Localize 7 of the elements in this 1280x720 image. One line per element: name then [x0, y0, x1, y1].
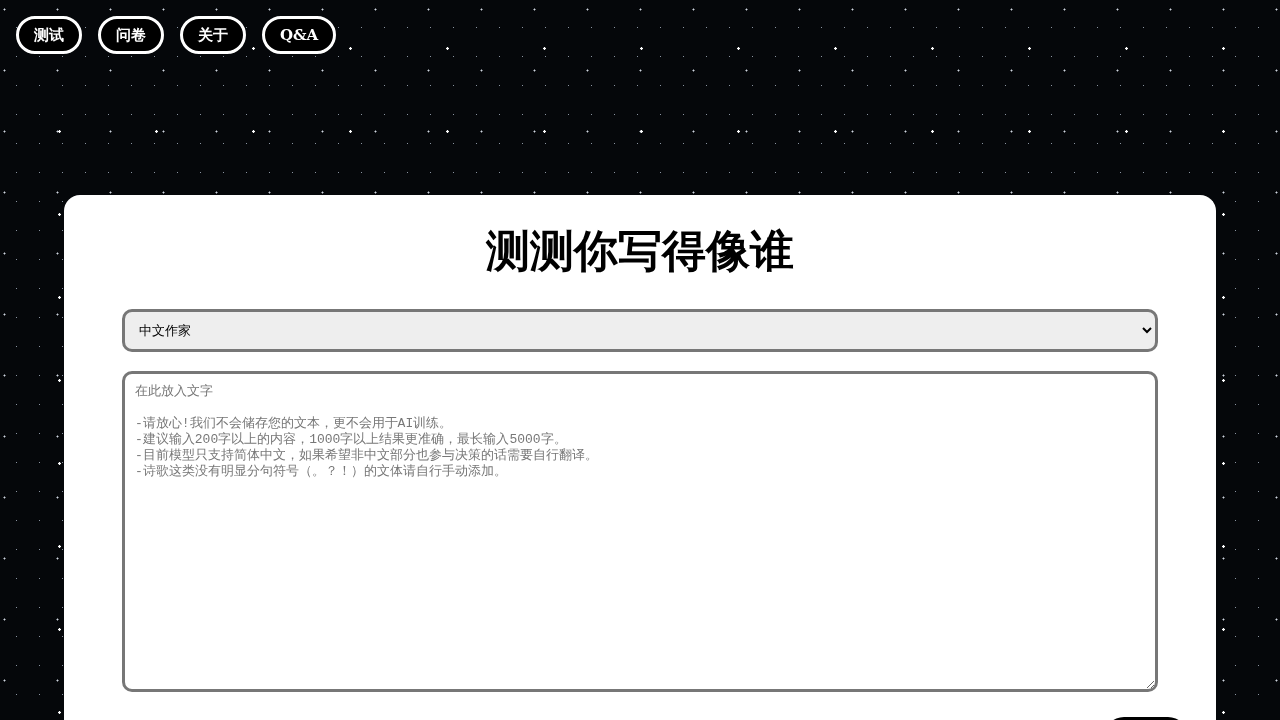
text-input-field[interactable]: 在此放入文字 -请放心!我们不会储存您的文本，更不会用于AI训练。 -建议输入200字以上的内容，1000字以上结果更准确，最长输入5000字。 -目前模型只支持简体中文，如果希望非中文部分也参与决策的话需要自行翻译。 -诗歌这类没有明显分句符号（。？！）的文体请自行手动添加。	[122, 371, 1158, 692]
nav-tab[interactable]: 关于	[180, 16, 246, 54]
category-select[interactable]: 中文作家	[122, 309, 1158, 352]
nav-tab[interactable]: 问卷	[98, 16, 164, 54]
page-title: 测测你写得像谁	[484, 224, 795, 278]
nav-tab[interactable]: Q&A	[262, 16, 337, 54]
nav-tab[interactable]: 测试	[16, 16, 82, 54]
